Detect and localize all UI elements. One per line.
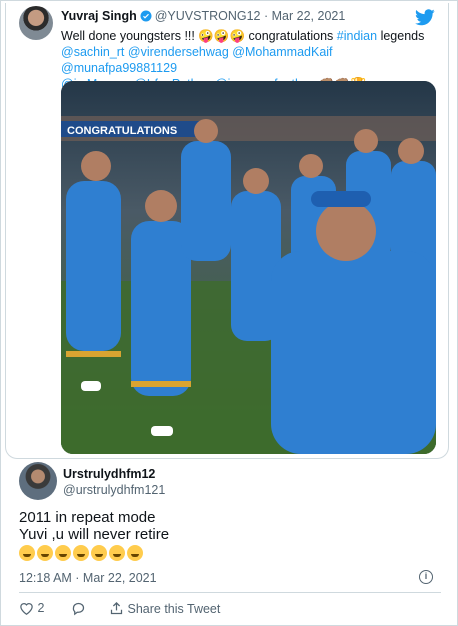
mentions-line-1[interactable]: @sachin_rt @virendersehwag @MohammadKaif…	[61, 44, 441, 76]
emoji-row	[19, 545, 145, 563]
like-count: 2	[37, 601, 45, 615]
emoji-icon	[19, 545, 35, 561]
author-row: Yuvraj Singh @YUVSTRONG12 · Mar 22, 2021	[61, 9, 345, 23]
reply-author-handle[interactable]: @urstrulydhfm121	[63, 483, 165, 497]
team-photo-image: CONGRATULATIONS	[61, 81, 436, 454]
tweet-date[interactable]: Mar 22, 2021	[272, 9, 346, 23]
tweet-photo[interactable]: CONGRATULATIONS	[61, 81, 436, 454]
reply-author-avatar[interactable]	[19, 462, 57, 500]
info-icon[interactable]: i	[419, 570, 433, 584]
author-name[interactable]: Yuvraj Singh	[61, 9, 137, 23]
divider	[19, 592, 441, 593]
reply-timestamp[interactable]: 12:18 AM · Mar 22, 2021	[19, 571, 157, 585]
reply-text: 2011 in repeat mode Yuvi ,u will never r…	[19, 509, 169, 543]
author-avatar[interactable]	[19, 6, 53, 40]
emoji-icon	[73, 545, 89, 561]
heart-icon	[20, 603, 33, 616]
tweet-line-1: Well done youngsters !!! 🤪🤪🤪 congratulat…	[61, 28, 441, 44]
share-label: Share this Tweet	[127, 602, 221, 616]
reply-author-name[interactable]: Urstrulydhfm12	[63, 467, 155, 481]
hashtag-link[interactable]: #indian	[337, 29, 377, 43]
emoji-icon	[55, 545, 71, 561]
reply-button[interactable]	[71, 601, 86, 619]
comment-icon	[72, 602, 85, 616]
reply-line-2: Yuvi ,u will never retire	[19, 526, 170, 543]
verified-icon	[140, 10, 152, 22]
emoji-icon	[109, 545, 125, 561]
emoji-icon	[127, 545, 143, 561]
separator-dot: ·	[263, 9, 269, 23]
reply-line-1: 2011 in repeat mode	[19, 509, 156, 526]
twitter-logo-icon[interactable]	[415, 9, 435, 26]
share-icon	[110, 601, 123, 615]
tweet-text-part: legends	[377, 29, 425, 43]
emoji-icon	[37, 545, 53, 561]
share-button[interactable]: Share this Tweet	[109, 601, 220, 619]
tweet-card: Yuvraj Singh @YUVSTRONG12 · Mar 22, 2021 …	[0, 0, 458, 626]
photo-banner-text: CONGRATULATIONS	[67, 125, 177, 137]
tweet-text-part: Well done youngsters !!! 🤪🤪🤪 congratulat…	[61, 29, 337, 43]
like-button[interactable]: 2	[19, 601, 44, 619]
emoji-icon	[91, 545, 107, 561]
author-handle[interactable]: @YUVSTRONG12	[155, 9, 261, 23]
